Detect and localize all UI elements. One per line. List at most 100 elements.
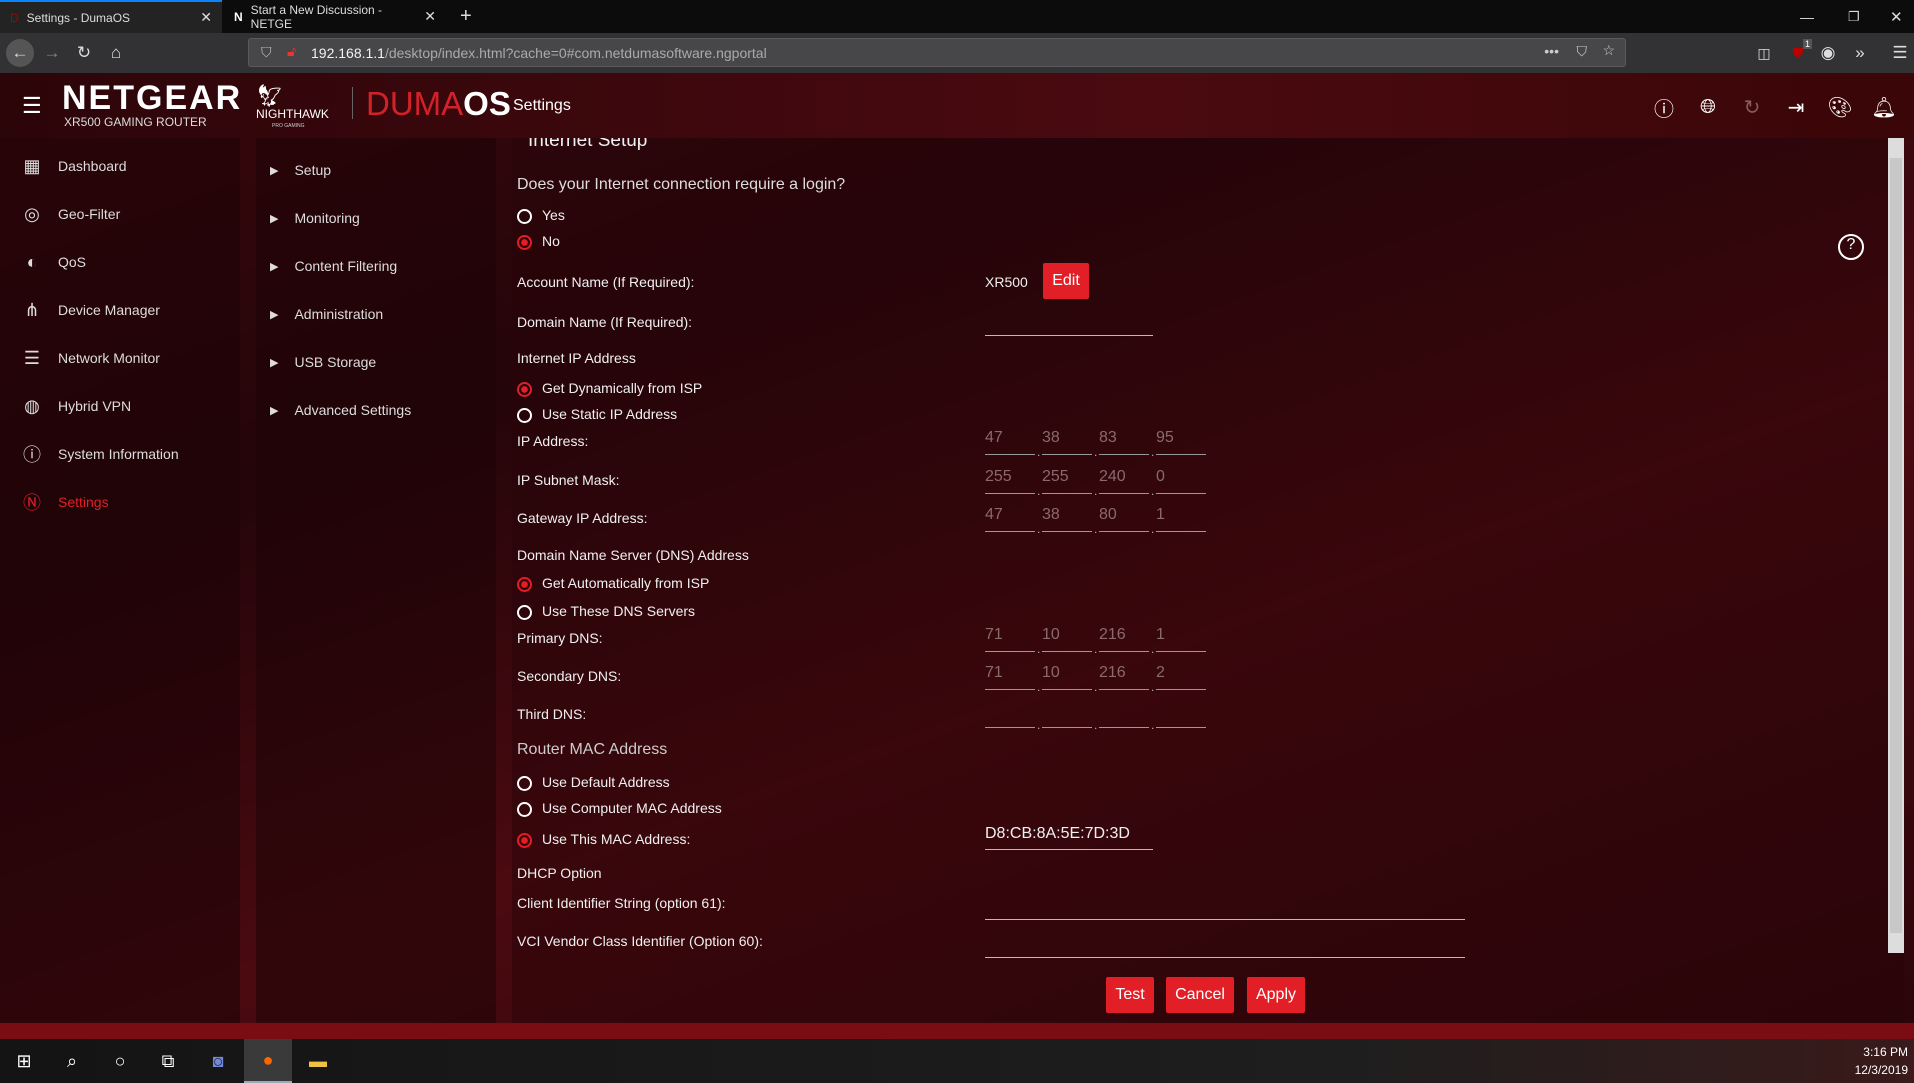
login-no-radio[interactable]: No (517, 231, 560, 250)
sidebar-item-dashboard[interactable]: ▦ Dashboard (20, 151, 126, 181)
sidebar-item-system-information[interactable]: ⓘ System Information (20, 439, 179, 469)
apply-button[interactable]: Apply (1247, 977, 1305, 1013)
octet-input[interactable] (985, 698, 1035, 728)
sidebar-item-network-monitor[interactable]: ☰ Network Monitor (20, 343, 160, 373)
radio-button[interactable] (517, 605, 532, 620)
sidebar-item-geo-filter[interactable]: ◎ Geo-Filter (20, 199, 120, 229)
close-tab-icon[interactable]: ✕ (200, 9, 212, 26)
forward-button[interactable]: → (38, 39, 66, 67)
home-button[interactable]: ⌂ (102, 39, 130, 67)
mac-address-input[interactable]: D8:CB:8A:5E:7D:3D (985, 822, 1153, 850)
windows-start-icon[interactable]: ⊞ (0, 1039, 48, 1083)
search-icon[interactable]: ⌕ (48, 1039, 96, 1083)
file-explorer-icon[interactable]: ▬ (294, 1039, 342, 1083)
edit-account-button[interactable]: Edit (1043, 263, 1089, 299)
radio-button[interactable] (517, 235, 532, 250)
octet-input[interactable]: 10 (1042, 660, 1092, 690)
info-icon[interactable]: ⓘ (1652, 95, 1676, 121)
radio-button[interactable] (517, 577, 532, 592)
overflow-icon[interactable]: » (1846, 39, 1874, 67)
login-yes-radio[interactable]: Yes (517, 205, 565, 224)
reload-button[interactable]: ↻ (70, 39, 98, 67)
octet-input[interactable]: 2 (1156, 660, 1206, 690)
sidebar-item-hybrid-vpn[interactable]: ◍ Hybrid VPN (20, 391, 131, 421)
vci-input[interactable] (985, 930, 1465, 958)
ublock-icon[interactable]: ⛊ 1 (1784, 39, 1812, 67)
help-icon[interactable]: ? (1838, 234, 1864, 260)
url-bar[interactable]: ⛉ 🔓︎ 192.168.1.1/desktop/index.html?cach… (248, 38, 1626, 67)
theme-palette-icon[interactable]: 🎨︎ (1827, 95, 1852, 119)
octet-input[interactable] (1099, 698, 1149, 728)
domain-name-input[interactable] (985, 308, 1153, 336)
tab-settings-dumaos[interactable]: D Settings - DumaOS ✕ (0, 0, 222, 33)
task-view-icon[interactable]: ⧉ (144, 1039, 192, 1083)
close-tab-icon[interactable]: ✕ (424, 8, 436, 25)
octet-input[interactable]: 47 (985, 502, 1035, 532)
octet-input[interactable]: 0 (1156, 464, 1206, 494)
submenu-item-content-filtering[interactable]: ▶ Content Filtering (270, 258, 397, 274)
octet-input[interactable]: 95 (1156, 425, 1206, 455)
octet-input[interactable]: 38 (1042, 425, 1092, 455)
mac-default-radio[interactable]: Use Default Address (517, 772, 670, 791)
discord-icon[interactable]: ◙ (194, 1039, 242, 1083)
octet-input[interactable] (1042, 698, 1092, 728)
dns-auto-radio[interactable]: Get Automatically from ISP (517, 573, 709, 592)
octet-input[interactable]: 216 (1099, 660, 1149, 690)
firefox-icon[interactable]: ● (244, 1039, 292, 1083)
submenu-item-setup[interactable]: ▶ Setup (270, 162, 331, 178)
octet-input[interactable]: 10 (1042, 622, 1092, 652)
octet-input[interactable]: 1 (1156, 622, 1206, 652)
hamburger-menu-icon[interactable]: ☰ (22, 93, 42, 119)
close-window-button[interactable]: ✕ (1880, 0, 1913, 33)
sidebar-item-device-manager[interactable]: ⋔ Device Manager (20, 295, 159, 325)
sidebar-item-settings[interactable]: Ⓝ Settings (20, 487, 109, 517)
client-identifier-input[interactable] (985, 892, 1465, 920)
account-icon[interactable]: ◉ (1814, 39, 1842, 67)
radio-button[interactable] (517, 408, 532, 423)
sidebar-toggle-icon[interactable]: ◫ (1750, 39, 1778, 67)
octet-input[interactable]: 38 (1042, 502, 1092, 532)
octet-input[interactable]: 255 (985, 464, 1035, 494)
test-button[interactable]: Test (1106, 977, 1154, 1013)
mac-this-radio[interactable]: Use This MAC Address: (517, 829, 690, 848)
cortana-icon[interactable]: ○ (96, 1039, 144, 1083)
sidebar-item-qos[interactable]: ◐ QoS (20, 247, 86, 277)
restore-button[interactable]: ❐ (1838, 0, 1870, 33)
pocket-icon[interactable]: ⛉ (1577, 43, 1588, 60)
octet-input[interactable]: 83 (1099, 425, 1149, 455)
submenu-item-usb-storage[interactable]: ▶ USB Storage (270, 354, 376, 370)
tab-netgear-discussion[interactable]: N Start a New Discussion - NETGE ✕ (224, 0, 446, 33)
radio-button[interactable] (517, 776, 532, 791)
octet-input[interactable]: 71 (985, 660, 1035, 690)
octet-input[interactable]: 240 (1099, 464, 1149, 494)
cancel-button[interactable]: Cancel (1166, 977, 1234, 1013)
globe-icon[interactable]: 🌐︎ (1696, 95, 1720, 119)
ip-dynamic-radio[interactable]: Get Dynamically from ISP (517, 378, 702, 397)
octet-input[interactable] (1156, 698, 1206, 728)
radio-button[interactable] (517, 802, 532, 817)
octet-input[interactable]: 71 (985, 622, 1035, 652)
new-tab-button[interactable]: + (450, 0, 482, 33)
ip-static-radio[interactable]: Use Static IP Address (517, 404, 677, 423)
submenu-item-advanced-settings[interactable]: ▶ Advanced Settings (270, 402, 411, 418)
octet-input[interactable]: 80 (1099, 502, 1149, 532)
octet-input[interactable]: 216 (1099, 622, 1149, 652)
dns-manual-radio[interactable]: Use These DNS Servers (517, 601, 695, 620)
octet-input[interactable]: 1 (1156, 502, 1206, 532)
scrollbar[interactable] (1888, 138, 1904, 953)
mac-computer-radio[interactable]: Use Computer MAC Address (517, 798, 722, 817)
menu-icon[interactable]: ☰ (1886, 39, 1914, 67)
radio-button[interactable] (517, 382, 532, 397)
submenu-item-administration[interactable]: ▶ Administration (270, 306, 383, 322)
logout-icon[interactable]: ⇥ (1784, 95, 1808, 119)
page-actions-icon[interactable]: ••• (1544, 43, 1559, 59)
bookmark-star-icon[interactable]: ☆ (1602, 42, 1615, 59)
back-button[interactable]: ← (6, 39, 34, 67)
octet-input[interactable]: 47 (985, 425, 1035, 455)
radio-button[interactable] (517, 209, 532, 224)
restart-icon[interactable]: ↻ (1740, 95, 1764, 119)
submenu-item-monitoring[interactable]: ▶ Monitoring (270, 210, 360, 226)
minimize-button[interactable]: — (1790, 0, 1824, 33)
octet-input[interactable]: 255 (1042, 464, 1092, 494)
notifications-bell-icon[interactable]: 🔔︎ (1871, 95, 1896, 119)
